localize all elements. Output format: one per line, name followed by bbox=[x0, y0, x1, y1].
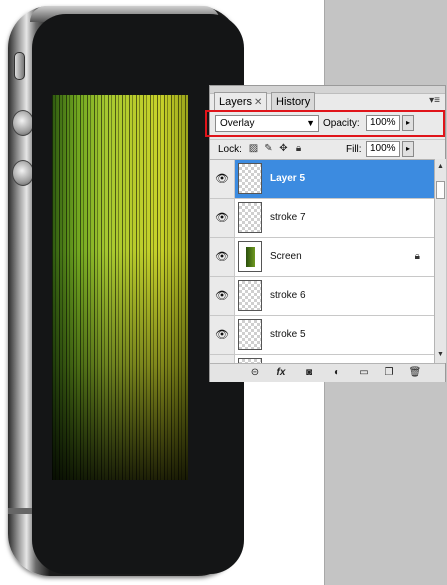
fill-label: Fill: bbox=[346, 144, 362, 155]
volume-up-button bbox=[12, 110, 34, 136]
fx-icon[interactable]: fx bbox=[274, 367, 288, 378]
layer-name: Screen bbox=[270, 251, 302, 262]
eye-icon[interactable]: 👁︎ bbox=[210, 316, 235, 354]
layer-row[interactable]: 👁︎ Layer 5 bbox=[210, 160, 434, 199]
new-layer-icon[interactable]: ❐ bbox=[382, 367, 396, 378]
fill-slider-button[interactable]: ▸ bbox=[402, 141, 414, 157]
layer-thumbnail bbox=[238, 202, 262, 233]
layer-thumbnail bbox=[238, 163, 262, 194]
layer-row[interactable]: 👁︎ stroke 7 bbox=[210, 199, 434, 238]
tab-history-label: History bbox=[276, 96, 311, 108]
new-group-icon[interactable]: ▭ bbox=[357, 367, 371, 378]
layers-list: 👁︎ Layer 5 👁︎ stroke 7 👁︎ Screen 🔒︎ 👁︎ s… bbox=[210, 159, 434, 364]
tab-history[interactable]: History bbox=[271, 92, 316, 111]
eye-icon[interactable]: 👁︎ bbox=[210, 199, 235, 237]
tab-layers-label: Layers bbox=[219, 96, 253, 108]
mute-switch bbox=[14, 52, 25, 80]
volume-down-button bbox=[12, 160, 34, 186]
lock-label: Lock: bbox=[218, 144, 242, 155]
layer-thumbnail bbox=[238, 319, 262, 350]
fill-input[interactable]: 100% bbox=[366, 141, 400, 157]
layer-row[interactable]: 👁︎ stroke 6 bbox=[210, 277, 434, 316]
layers-bottom-toolbar: ⊝ fx ◙ ◐ ▭ ❐ 🗑︎ bbox=[210, 363, 445, 382]
lock-transparent-icon[interactable]: ▨ bbox=[248, 143, 259, 154]
blend-mode-select[interactable]: Overlay ▼ bbox=[215, 115, 319, 132]
lock-image-icon[interactable]: ✎ bbox=[263, 143, 274, 154]
layer-name: Layer 5 bbox=[270, 173, 306, 184]
layers-panel: Layers ✕ History ▾≡ Overlay ▼ Opacity: 10… bbox=[209, 85, 446, 382]
scroll-thumb[interactable] bbox=[436, 181, 445, 199]
layer-thumbnail bbox=[238, 241, 262, 272]
scroll-down-icon[interactable]: ▼ bbox=[435, 349, 446, 361]
layer-row[interactable]: 👁︎ Screen 🔒︎ bbox=[210, 238, 434, 277]
link-layers-icon[interactable]: ⊝ bbox=[248, 367, 262, 378]
layers-scrollbar[interactable]: ▲ ▼ bbox=[434, 159, 446, 363]
eye-icon[interactable]: 👁︎ bbox=[210, 160, 235, 198]
adjustment-layer-icon[interactable]: ◐ bbox=[330, 367, 344, 378]
scroll-up-icon[interactable]: ▲ bbox=[435, 161, 446, 173]
blend-mode-value: Overlay bbox=[220, 118, 255, 129]
panel-menu-icon[interactable]: ▾≡ bbox=[429, 95, 440, 106]
layer-mask-icon[interactable]: ◙ bbox=[302, 367, 316, 378]
lock-icon: 🔒︎ bbox=[414, 251, 420, 262]
panel-tabs: Layers ✕ History bbox=[214, 92, 443, 112]
opacity-slider-button[interactable]: ▸ bbox=[402, 115, 414, 131]
lock-all-icon[interactable]: 🔒︎ bbox=[293, 143, 304, 154]
close-icon[interactable]: ✕ bbox=[254, 97, 262, 108]
layer-name: stroke 5 bbox=[270, 329, 306, 340]
chevron-down-icon: ▼ bbox=[306, 118, 315, 128]
opacity-label: Opacity: bbox=[323, 118, 360, 129]
layer-name: stroke 6 bbox=[270, 290, 306, 301]
tab-layers[interactable]: Layers ✕ bbox=[214, 92, 268, 112]
eye-icon[interactable]: 👁︎ bbox=[210, 277, 235, 315]
layer-row[interactable]: 👁︎ stroke 5 bbox=[210, 316, 434, 355]
eye-icon[interactable]: 👁︎ bbox=[210, 238, 235, 276]
layer-name: stroke 7 bbox=[270, 212, 306, 223]
lock-position-icon[interactable]: ✥ bbox=[278, 143, 289, 154]
opacity-input[interactable]: 100% bbox=[366, 115, 400, 131]
lock-row: Lock: ▨ ✎ ✥ 🔒︎ Fill: 100% ▸ bbox=[210, 139, 445, 160]
phone-screen-light-streaks bbox=[52, 95, 188, 480]
layer-thumbnail bbox=[238, 280, 262, 311]
blend-row: Overlay ▼ Opacity: 100% ▸ bbox=[210, 112, 445, 136]
trash-icon[interactable]: 🗑︎ bbox=[408, 367, 422, 378]
